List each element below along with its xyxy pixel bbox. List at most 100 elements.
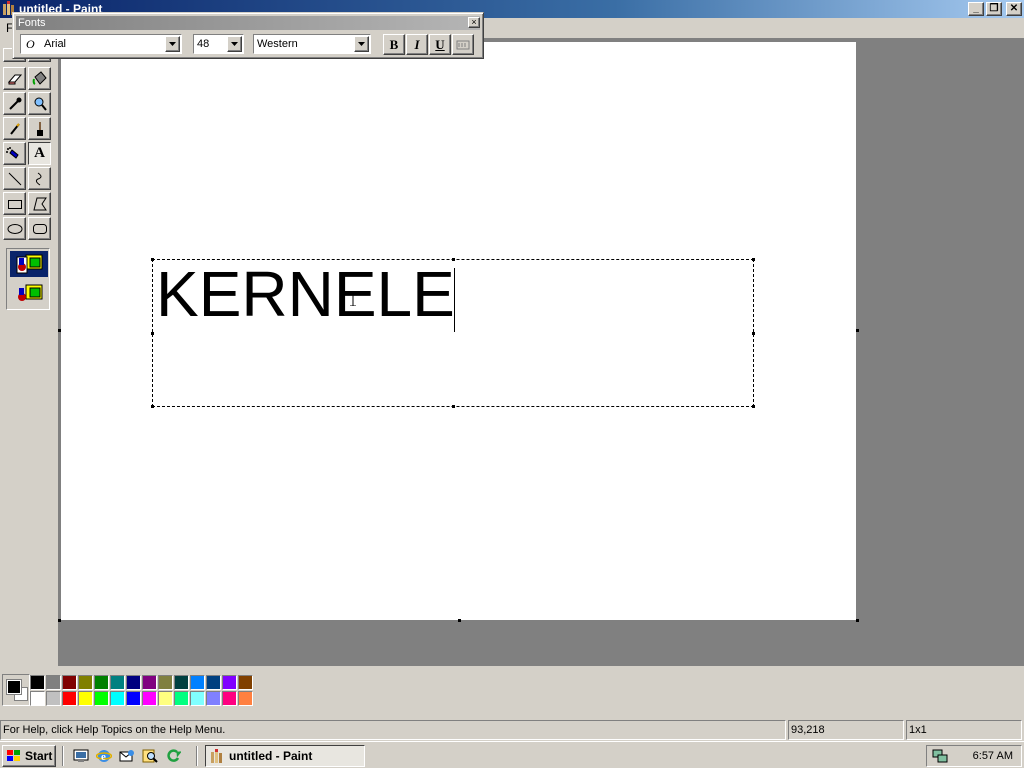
text-tool[interactable]: A xyxy=(28,142,51,165)
italic-button[interactable]: I xyxy=(406,34,428,55)
palette-color-swatch[interactable] xyxy=(78,675,93,690)
palette-color-swatch[interactable] xyxy=(174,691,189,706)
current-colors[interactable] xyxy=(2,674,30,706)
palette-color-swatch[interactable] xyxy=(110,691,125,706)
close-button[interactable]: ✕ xyxy=(1006,2,1022,16)
fonts-toolbar-title[interactable]: Fonts xyxy=(16,16,480,30)
palette-color-swatch[interactable] xyxy=(190,675,205,690)
resize-handle[interactable] xyxy=(151,258,154,261)
palette-color-swatch[interactable] xyxy=(142,675,157,690)
canvas-text[interactable]: KERNELE xyxy=(156,256,455,332)
chevron-down-icon xyxy=(358,42,365,46)
airbrush-icon xyxy=(5,146,19,159)
vertical-text-button[interactable] xyxy=(452,34,474,55)
palette-color-swatch[interactable] xyxy=(62,691,77,706)
palette-color-swatch[interactable] xyxy=(30,691,45,706)
color-picker-tool[interactable] xyxy=(3,92,26,115)
rectangle-tool[interactable] xyxy=(3,192,26,215)
palette-color-swatch[interactable] xyxy=(206,675,221,690)
ellipse-tool[interactable] xyxy=(3,217,26,240)
show-desktop-button[interactable] xyxy=(72,747,90,765)
palette-color-swatch[interactable] xyxy=(158,675,173,690)
canvas-resize-handle[interactable] xyxy=(58,619,61,622)
transparent-background-icon xyxy=(18,284,43,301)
palette-color-swatch[interactable] xyxy=(78,691,93,706)
resize-handle[interactable] xyxy=(752,332,755,335)
palette-color-swatch[interactable] xyxy=(94,691,109,706)
minimize-button[interactable]: _ xyxy=(968,2,984,16)
curve-tool[interactable] xyxy=(28,167,51,190)
taskbar-divider xyxy=(196,746,198,766)
canvas-resize-handle[interactable] xyxy=(856,329,859,332)
font-name-dropdown-arrow[interactable] xyxy=(165,36,180,52)
eraser-icon xyxy=(7,74,22,84)
palette-color-swatch[interactable] xyxy=(142,691,157,706)
eraser-tool[interactable] xyxy=(3,67,26,90)
palette-color-swatch[interactable] xyxy=(94,675,109,690)
clock[interactable]: 6:57 AM xyxy=(973,750,1013,762)
palette-color-swatch[interactable] xyxy=(174,675,189,690)
resize-handle[interactable] xyxy=(151,332,154,335)
palette-color-swatch[interactable] xyxy=(30,675,45,690)
font-size-dropdown[interactable]: 48 xyxy=(193,34,244,54)
resize-handle[interactable] xyxy=(151,405,154,408)
palette-color-swatch[interactable] xyxy=(222,691,237,706)
text-icon: A xyxy=(34,145,45,161)
line-icon xyxy=(8,172,21,185)
internet-explorer-button[interactable]: e xyxy=(95,747,113,765)
fonts-close-button[interactable]: × xyxy=(468,17,480,28)
brush-tool[interactable] xyxy=(28,117,51,140)
transparent-background-option[interactable] xyxy=(10,281,48,307)
airbrush-tool[interactable] xyxy=(3,142,26,165)
palette-color-swatch[interactable] xyxy=(46,691,61,706)
canvas-resize-handle[interactable] xyxy=(458,619,461,622)
back-arrow-button[interactable] xyxy=(164,747,182,765)
resize-handle[interactable] xyxy=(452,258,455,261)
restore-button[interactable]: ❐ xyxy=(986,2,1002,16)
rounded-rectangle-tool[interactable] xyxy=(28,217,51,240)
palette-color-swatch[interactable] xyxy=(238,675,253,690)
text-box[interactable]: KERNELE xyxy=(151,256,755,408)
palette-color-swatch[interactable] xyxy=(190,691,205,706)
underline-button[interactable]: U xyxy=(429,34,451,55)
line-tool[interactable] xyxy=(3,167,26,190)
pencil-tool[interactable] xyxy=(3,117,26,140)
taskbar-paint-button[interactable]: untitled - Paint xyxy=(205,745,365,767)
palette-color-swatch[interactable] xyxy=(62,675,77,690)
font-size-dropdown-arrow[interactable] xyxy=(227,36,242,52)
script-dropdown[interactable]: Western xyxy=(253,34,371,54)
opaque-background-icon xyxy=(16,254,43,274)
fill-tool[interactable] xyxy=(28,67,51,90)
outlook-express-button[interactable] xyxy=(118,747,136,765)
palette-color-swatch[interactable] xyxy=(126,675,141,690)
palette-color-swatch[interactable] xyxy=(158,691,173,706)
foreground-color-swatch[interactable] xyxy=(6,679,22,695)
tool-box: A xyxy=(0,38,58,666)
resize-handle[interactable] xyxy=(752,258,755,261)
desktop-icon xyxy=(73,749,89,762)
resize-handle[interactable] xyxy=(752,405,755,408)
vertical-text-icon xyxy=(456,40,470,49)
resize-handle[interactable] xyxy=(452,405,455,408)
fonts-toolbar: Fonts × O Arial 48 Western B I U xyxy=(12,12,484,59)
palette-color-swatch[interactable] xyxy=(110,675,125,690)
palette-color-swatch[interactable] xyxy=(238,691,253,706)
search-button[interactable] xyxy=(141,747,159,765)
ellipse-icon xyxy=(7,223,22,234)
canvas-resize-handle[interactable] xyxy=(856,619,859,622)
polygon-tool[interactable] xyxy=(28,192,51,215)
palette-color-swatch[interactable] xyxy=(206,691,221,706)
canvas-resize-handle[interactable] xyxy=(58,329,61,332)
font-name-dropdown[interactable]: O Arial xyxy=(20,34,182,54)
magnifier-tool[interactable] xyxy=(28,92,51,115)
opaque-background-option[interactable] xyxy=(10,251,48,277)
rounded-rectangle-icon xyxy=(32,223,47,234)
palette-color-swatch[interactable] xyxy=(222,675,237,690)
palette-color-swatch[interactable] xyxy=(46,675,61,690)
script-dropdown-arrow[interactable] xyxy=(354,36,369,52)
drawing-canvas[interactable]: KERNELE xyxy=(61,42,856,620)
start-button[interactable]: Start xyxy=(2,745,56,767)
bold-button[interactable]: B xyxy=(383,34,405,55)
palette-color-swatch[interactable] xyxy=(126,691,141,706)
search-icon xyxy=(142,749,158,763)
